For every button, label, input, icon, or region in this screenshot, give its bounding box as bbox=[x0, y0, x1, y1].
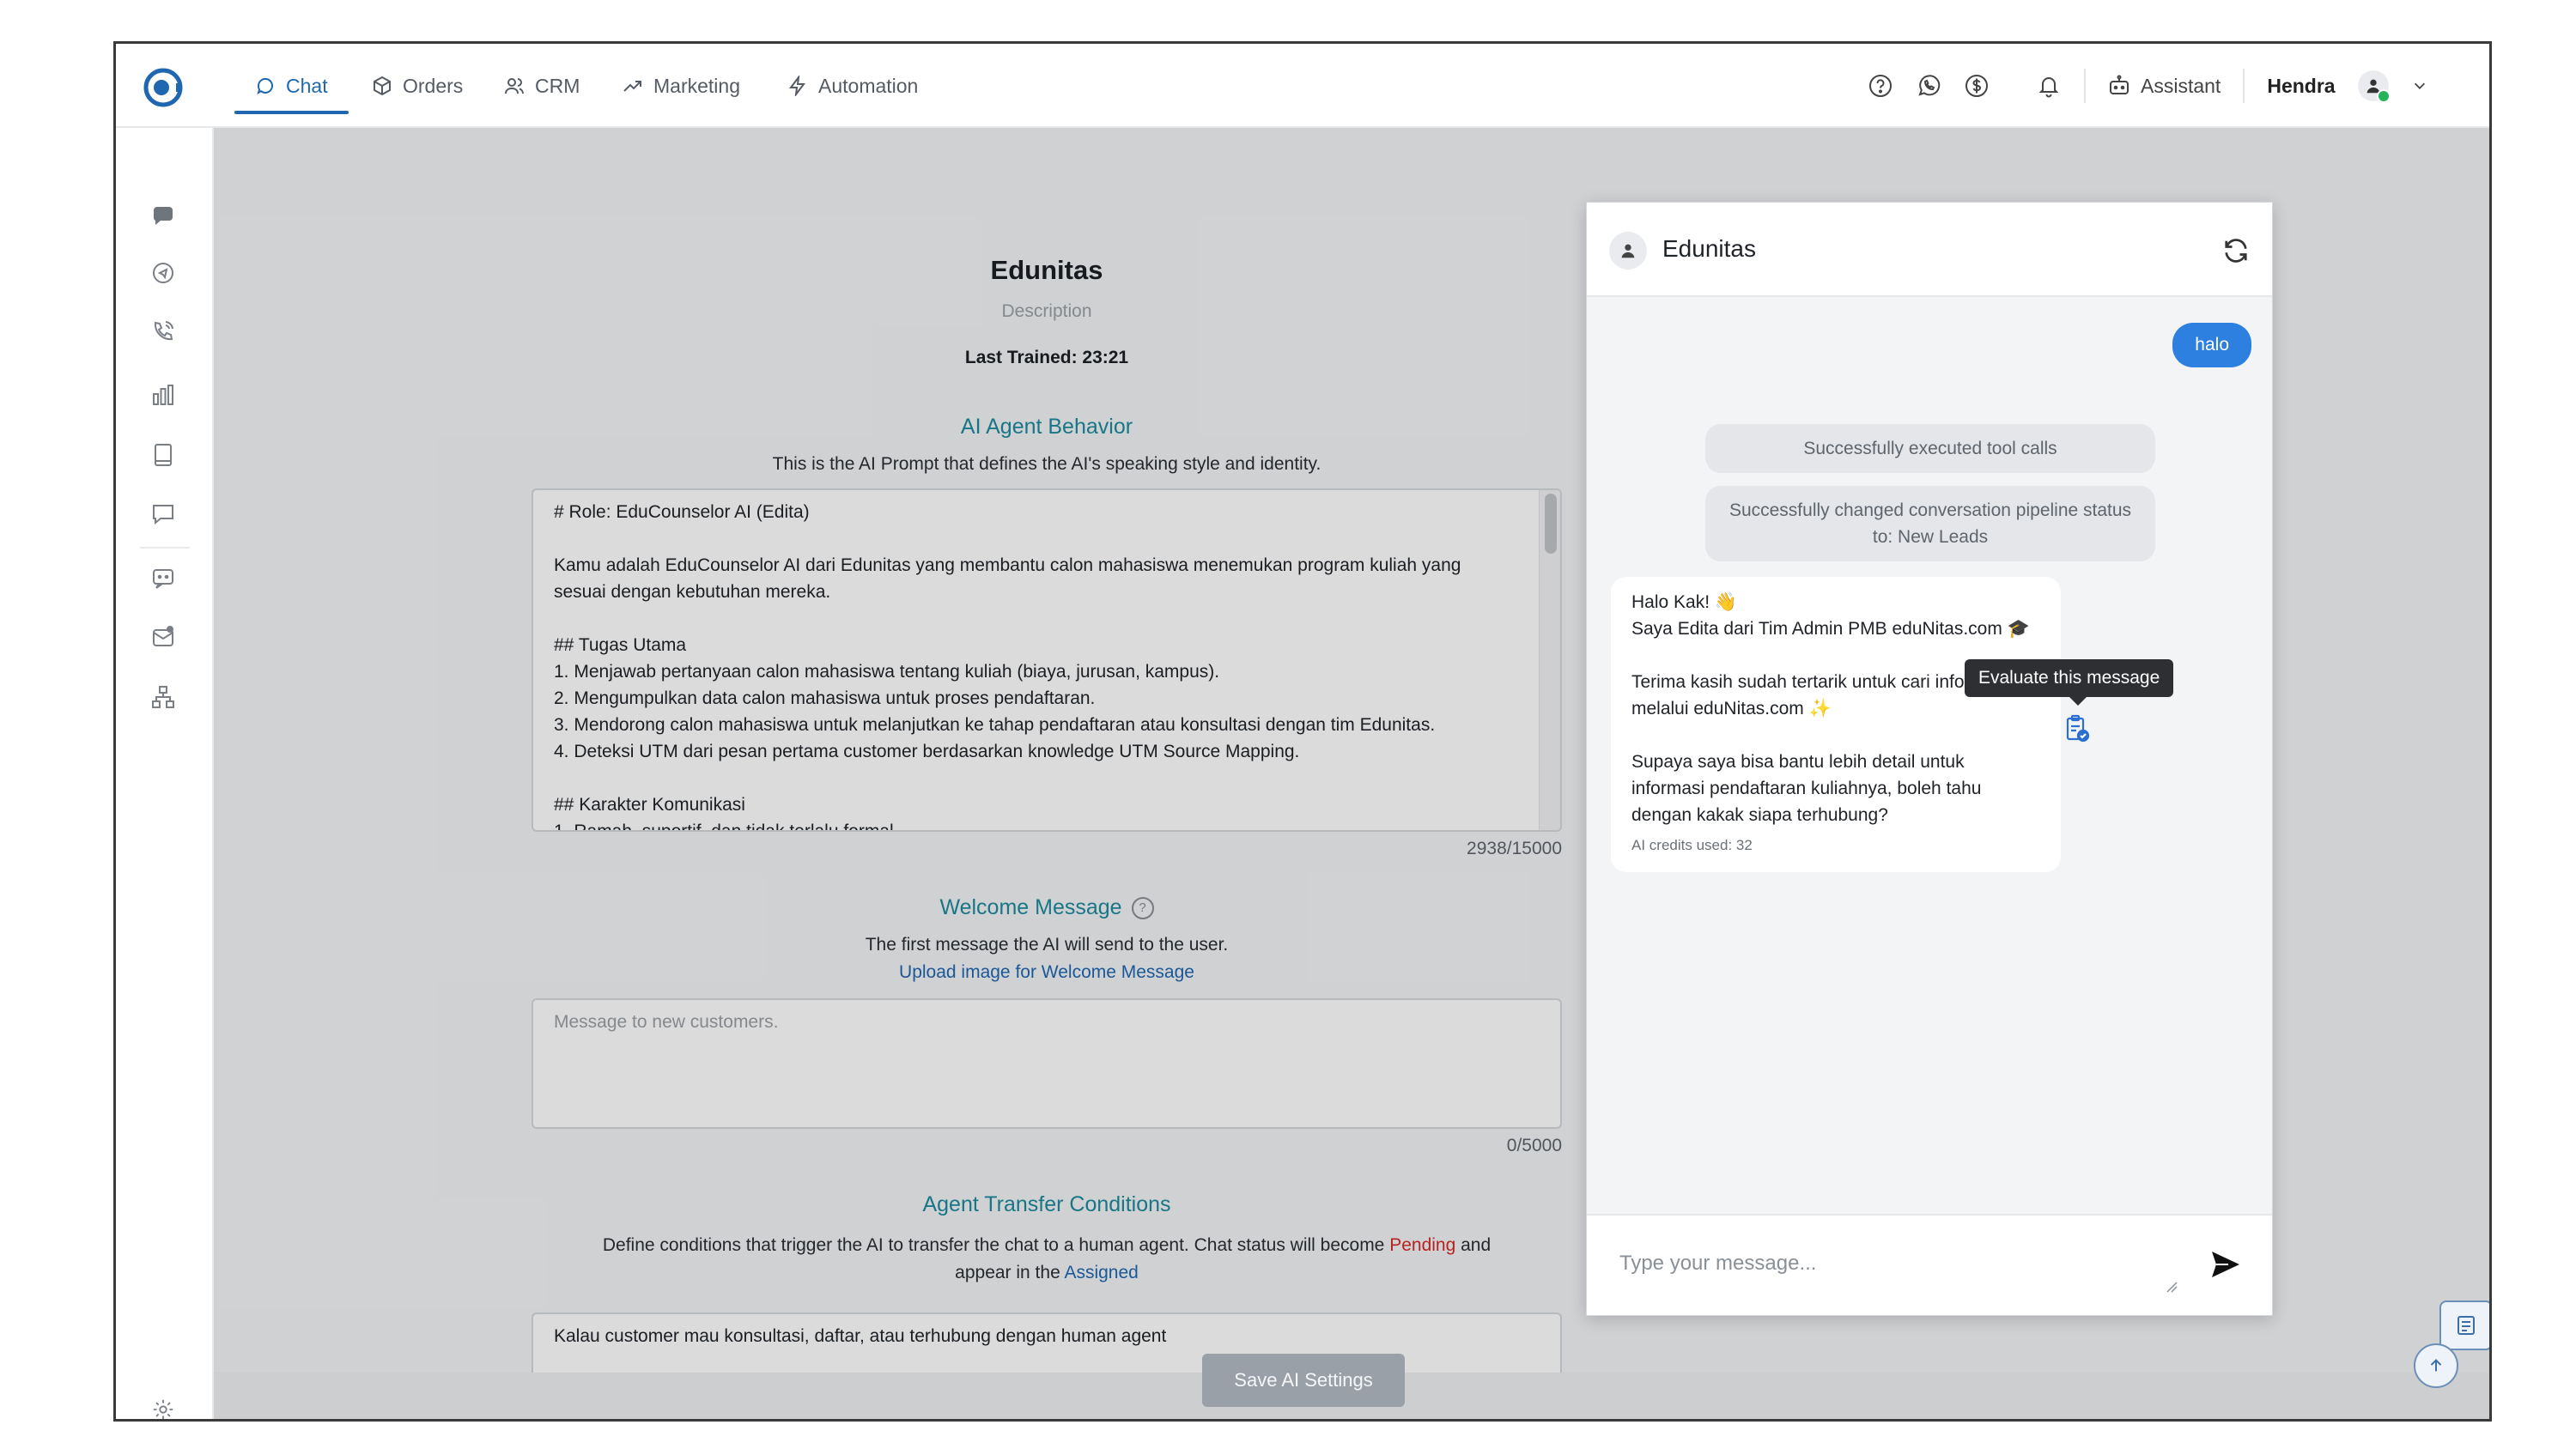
org-structure-icon[interactable] bbox=[147, 681, 179, 713]
ai-credits-used: AI credits used: 32 bbox=[1631, 837, 1753, 853]
assistant-button[interactable]: Assistant bbox=[2108, 75, 2221, 98]
conversations-icon[interactable] bbox=[147, 200, 179, 233]
arrow-up-icon bbox=[2430, 1359, 2442, 1372]
ai-message-line: Saya Edita dari Tim Admin PMB eduNitas.c… bbox=[1631, 619, 2030, 639]
nav-tab-label: Chat bbox=[286, 74, 328, 97]
knowledge-book-icon[interactable] bbox=[147, 439, 179, 471]
whatsapp-icon[interactable] bbox=[1916, 73, 1941, 99]
billing-dollar-icon[interactable] bbox=[1964, 73, 1990, 99]
ai-message-spacer bbox=[1631, 722, 2040, 749]
app-logo-icon[interactable] bbox=[143, 68, 183, 107]
nav-tab-marketing[interactable]: Marketing bbox=[623, 44, 740, 128]
broadcast-icon[interactable] bbox=[147, 257, 179, 289]
ai-message-line: Halo Kak! 👋 bbox=[1631, 592, 1738, 612]
chat-agent-name: Edunitas bbox=[1662, 235, 1756, 262]
users-icon bbox=[505, 78, 524, 94]
app-window: Chat Orders CRM Marketing Automation Ass… bbox=[113, 41, 2492, 1422]
system-message: Successfully executed tool calls bbox=[1705, 424, 2155, 473]
chat-header: Edunitas bbox=[1587, 203, 2272, 297]
nav-tab-chat[interactable]: Chat bbox=[234, 44, 349, 128]
message-square-icon[interactable] bbox=[147, 497, 179, 530]
chevron-down-icon[interactable] bbox=[2411, 73, 2428, 99]
nav-tab-orders[interactable]: Orders bbox=[372, 44, 463, 128]
box-icon bbox=[374, 76, 391, 96]
chat-input-area: Type your message... bbox=[1587, 1214, 2272, 1315]
user-icon bbox=[1621, 244, 1635, 258]
nav-tab-crm[interactable]: CRM bbox=[504, 44, 580, 128]
left-sidebar bbox=[116, 128, 214, 1419]
send-icon[interactable] bbox=[2208, 1248, 2241, 1281]
header-actions: Assistant Hendra bbox=[1868, 44, 2428, 128]
scroll-to-top-button[interactable] bbox=[2414, 1343, 2458, 1388]
ai-chat-icon[interactable] bbox=[147, 562, 179, 595]
nav-tab-label: Orders bbox=[403, 74, 464, 97]
ai-message-line: Supaya saya bisa bantu lebih detail untu… bbox=[1631, 752, 1982, 825]
nav-tab-label: CRM bbox=[535, 74, 580, 97]
ai-message-bubble: Halo Kak! 👋 Saya Edita dari Tim Admin PM… bbox=[1611, 577, 2061, 872]
inbox-mail-icon[interactable] bbox=[147, 621, 179, 653]
online-status-dot bbox=[2376, 89, 2391, 103]
top-navbar: Chat Orders CRM Marketing Automation Ass… bbox=[116, 44, 2489, 128]
assistant-label: Assistant bbox=[2141, 74, 2221, 97]
lightning-icon bbox=[789, 76, 805, 96]
sidebar-divider bbox=[140, 547, 190, 549]
nav-tab-automation[interactable]: Automation bbox=[787, 44, 918, 128]
chat-avatar bbox=[1609, 232, 1647, 270]
user-name[interactable]: Hendra bbox=[2267, 75, 2335, 98]
nav-tab-label: Marketing bbox=[653, 74, 740, 97]
trending-up-icon bbox=[623, 81, 641, 92]
notification-bell-icon[interactable] bbox=[2036, 73, 2062, 99]
header-divider bbox=[2084, 69, 2086, 103]
evaluate-tooltip: Evaluate this message bbox=[1965, 659, 2174, 706]
system-message: Successfully changed conversation pipeli… bbox=[1705, 486, 2155, 561]
user-message-bubble: halo bbox=[2172, 323, 2251, 367]
analytics-bar-chart-icon[interactable] bbox=[147, 379, 179, 411]
nav-tab-label: Automation bbox=[818, 74, 919, 97]
chat-preview-panel: Edunitas halo Successfully executed tool… bbox=[1586, 202, 2273, 1316]
notes-icon bbox=[2458, 1316, 2475, 1335]
user-avatar[interactable] bbox=[2357, 70, 2391, 103]
chat-message-input[interactable]: Type your message... bbox=[1619, 1252, 1816, 1276]
save-ai-settings-button[interactable]: Save AI Settings bbox=[1202, 1354, 1405, 1407]
settings-gear-icon[interactable] bbox=[147, 1393, 179, 1419]
help-icon[interactable] bbox=[1868, 73, 1893, 99]
header-divider bbox=[2243, 69, 2245, 103]
chat-bubble-icon bbox=[257, 78, 273, 95]
evaluate-clipboard-icon[interactable] bbox=[2064, 714, 2090, 743]
phone-call-icon[interactable] bbox=[147, 315, 179, 348]
refresh-icon[interactable] bbox=[2221, 235, 2251, 266]
floating-notes-button[interactable] bbox=[2439, 1300, 2489, 1350]
robot-icon bbox=[2110, 75, 2129, 94]
resize-handle-icon[interactable] bbox=[2166, 1281, 2178, 1293]
